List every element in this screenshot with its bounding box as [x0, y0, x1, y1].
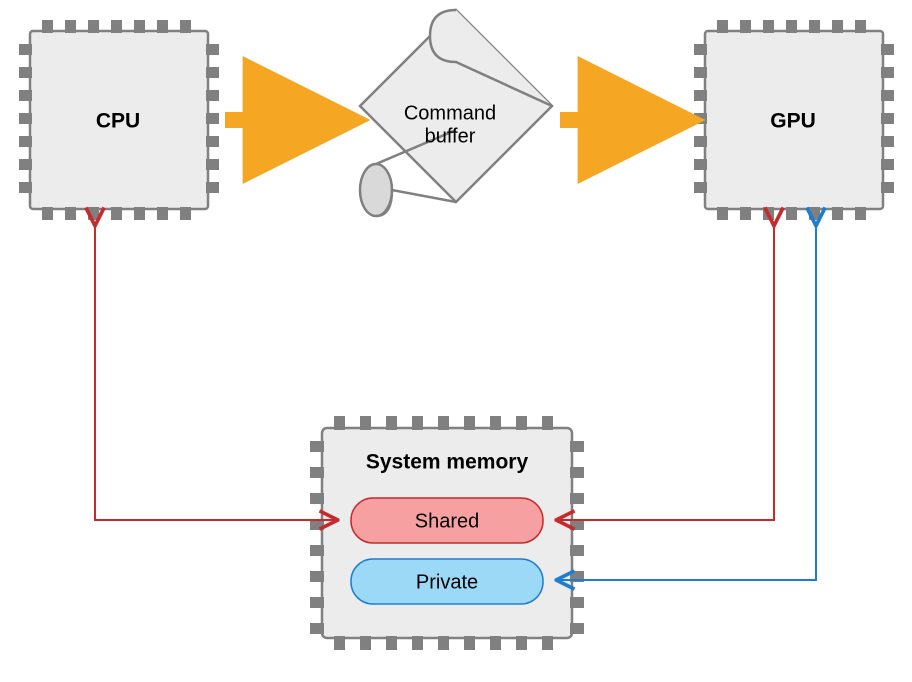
diagram-canvas: CPU GPU Command buffer System memory Sha… [0, 0, 912, 682]
cpu-chip: CPU [19, 20, 219, 220]
shared-label: Shared [415, 510, 480, 532]
gpu-label: GPU [770, 110, 816, 133]
connector-cpu-shared [95, 224, 336, 520]
private-label: Private [416, 571, 478, 593]
connector-gpu-shared [558, 224, 774, 520]
memory-title: System memory [366, 451, 529, 474]
command-buffer-line2: buffer [425, 125, 476, 147]
gpu-chip: GPU [694, 20, 894, 220]
command-buffer-line1: Command [404, 102, 496, 124]
cpu-label: CPU [96, 110, 140, 133]
command-buffer-scroll: Command buffer [359, 10, 552, 216]
connector-gpu-private [558, 224, 816, 580]
system-memory-chip: System memory Shared Private [310, 416, 584, 650]
